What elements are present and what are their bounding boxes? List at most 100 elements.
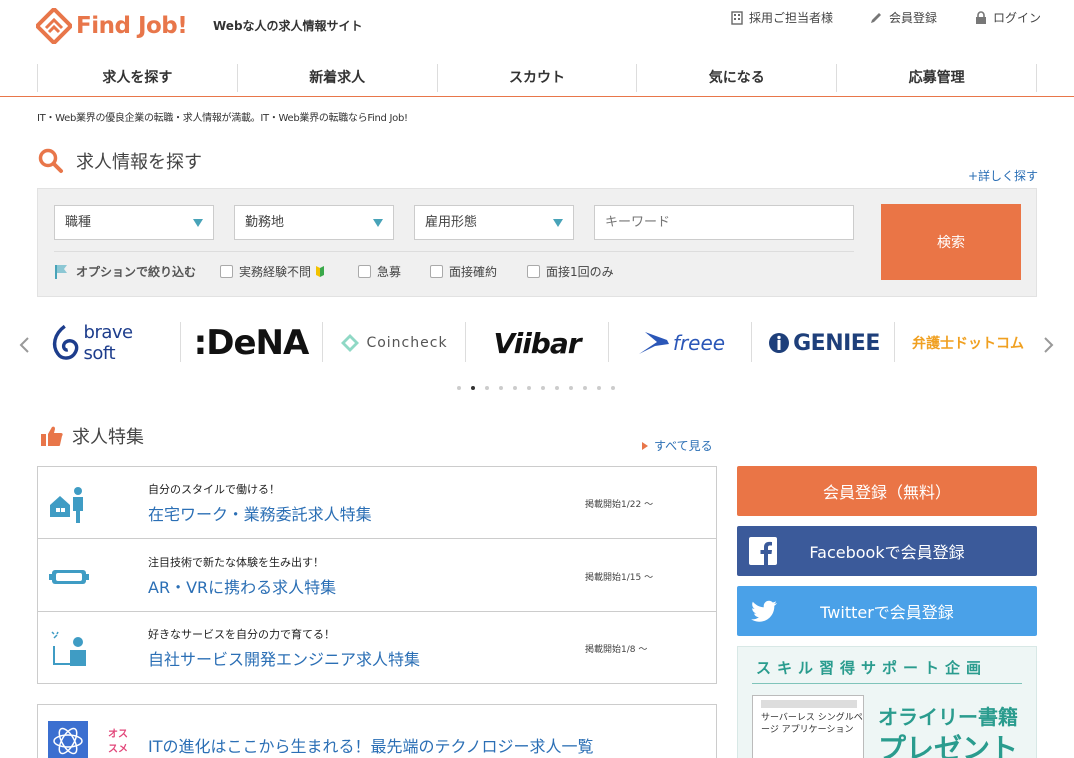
book-publisher-bar [761,700,857,708]
carousel-dot[interactable] [569,386,573,390]
site-logo[interactable]: Find Job! [36,8,188,44]
nav-search-jobs[interactable]: 求人を探す [37,64,237,92]
carousel-dot[interactable] [583,386,587,390]
recommended-banner[interactable]: オススメ ITの進化はここから生まれる！最先端のテクノロジー求人一覧 [37,704,717,758]
facebook-register-button[interactable]: Facebookで会員登録 [737,526,1037,576]
developer-icon [51,631,86,666]
feature-name[interactable]: 自社サービス開発エンジニア求人特集 [148,646,420,670]
brand-divider [322,322,323,362]
nav-divider [0,96,1074,97]
option-filter-label-text: オプションで絞り込む [76,265,197,279]
brand-divider [180,322,181,362]
atom-icon [48,721,88,758]
option-single-interview[interactable]: 面接1回のみ [527,263,614,280]
nav-applications[interactable]: 応募管理 [836,64,1037,92]
search-heading: 求人情報を探す [38,148,202,174]
carousel-dot[interactable] [555,386,559,390]
employment-type-select-value: 雇用形態 [425,215,478,230]
brand-logo-coincheck[interactable]: Coincheck [338,318,450,368]
carousel-prev-icon[interactable] [18,336,30,354]
brand-logo-bravesoft[interactable]: brave soft [50,318,168,368]
feature-date: 掲載開始1/15 〜 [585,573,654,583]
nav-scout[interactable]: スカウト [436,64,637,92]
twitter-register-button[interactable]: Twitterで会員登録 [737,586,1037,636]
carousel-dot[interactable] [541,386,545,390]
brand-logo-viibar[interactable]: Viibar [482,318,592,368]
recruiter-link[interactable]: 採用ご担当者様 [731,9,833,26]
carousel-dot[interactable] [457,386,461,390]
brand-logo-geniee[interactable]: GENIEE [766,318,882,368]
checkbox[interactable] [220,265,233,278]
logo-text: Find Job! [76,13,188,39]
geniee-mark-icon [769,333,790,353]
site-tagline: Webな人の求人情報サイト [213,19,363,33]
logo-mark-icon [36,8,72,44]
carousel-dot[interactable] [499,386,503,390]
member-register-button[interactable]: 会員登録（無料） [737,466,1037,516]
brand-name: GENIEE [793,330,880,356]
feature-date: 掲載開始1/8 〜 [585,645,648,655]
chevron-down-icon [193,219,203,227]
feature-item-arvr[interactable]: 注目技術で新たな体験を生み出す！ AR・VRに携わる求人特集 掲載開始1/15 … [38,540,716,612]
bravesoft-mark-icon [52,324,79,360]
coincheck-mark-icon [341,334,360,352]
feature-name[interactable]: 在宅ワーク・業務委託求人特集 [148,501,372,525]
carousel-dot[interactable] [471,386,475,390]
brand-logo-bengoshi[interactable]: 弁護士ドットコム [908,318,1028,368]
pencil-icon [871,13,881,23]
login-link-label: ログイン [993,11,1042,25]
vr-goggles-icon [49,570,89,584]
option-urgent[interactable]: 急募 [358,263,401,280]
beginner-mark-icon [316,266,325,277]
brand-name: brave soft [83,322,134,364]
brand-logo-dena[interactable]: :DeNA [193,318,310,368]
brand-name: Coincheck [366,335,448,351]
facebook-icon [749,537,777,565]
carousel-dot[interactable] [527,386,531,390]
checkbox[interactable] [430,265,443,278]
brand-logo-freee[interactable]: freee [624,318,738,368]
register-link[interactable]: 会員登録 [870,9,937,26]
carousel-dot[interactable] [513,386,517,390]
search-box: 職種 勤務地 雇用形態 検索 オプションで絞り込む 実務経験不問 急募 面接確約… [37,188,1037,297]
checkbox[interactable] [358,265,371,278]
thumbs-up-icon [41,426,63,446]
carousel-dot[interactable] [597,386,601,390]
facebook-register-label: Facebookで会員登録 [809,543,965,562]
brand-name: :DeNA [193,323,310,363]
nav-favorites[interactable]: 気になる [636,64,836,92]
carousel-dot[interactable] [485,386,489,390]
job-type-select[interactable]: 職種 [54,205,214,240]
member-register-label: 会員登録（無料） [822,483,951,502]
nav-new-jobs[interactable]: 新着求人 [236,64,437,92]
search-icon [38,148,63,173]
option-filter-label: オプションで絞り込む [54,263,196,280]
location-select[interactable]: 勤務地 [234,205,394,240]
brand-divider [751,322,752,362]
carousel-next-icon[interactable] [1043,336,1055,354]
banner-headline: オライリー書籍 [878,705,1018,729]
login-link[interactable]: ログイン [975,9,1041,26]
book-present-banner[interactable]: スキル習得サポート企画 サーバーレス シングルページ アプリケーション オライリ… [737,646,1037,758]
keyword-input[interactable] [594,205,854,240]
option-no-experience[interactable]: 実務経験不問 [220,263,325,280]
feature-name[interactable]: AR・VRに携わる求人特集 [148,574,336,598]
book-title: サーバーレス シングルページ アプリケーション [761,713,863,735]
feature-item-inhouse[interactable]: 好きなサービスを自分の力で育てる！ 自社サービス開発エンジニア求人特集 掲載開始… [38,612,716,684]
option-interview-guaranteed[interactable]: 面接確約 [430,263,497,280]
option-no-experience-label: 実務経験不問 [239,265,312,279]
brand-divider [894,322,895,362]
brand-divider [608,322,609,362]
carousel-dot[interactable] [611,386,615,390]
chevron-down-icon [553,219,563,227]
feature-item-remote[interactable]: 自分のスタイルで働ける！ 在宅ワーク・業務委託求人特集 掲載開始1/22 〜 [38,467,716,539]
search-button[interactable]: 検索 [881,204,1021,280]
see-all-label: すべて見る [654,439,713,453]
recommended-text[interactable]: ITの進化はここから生まれる！最先端のテクノロジー求人一覧 [148,733,594,757]
feature-subtitle: 自分のスタイルで働ける！ [148,483,280,496]
detail-search-link[interactable]: +詳しく探す [968,167,1038,184]
see-all-link[interactable]: すべて見る [642,437,713,454]
features-title: 求人特集 [72,427,144,448]
employment-type-select[interactable]: 雇用形態 [414,205,574,240]
checkbox[interactable] [527,265,540,278]
